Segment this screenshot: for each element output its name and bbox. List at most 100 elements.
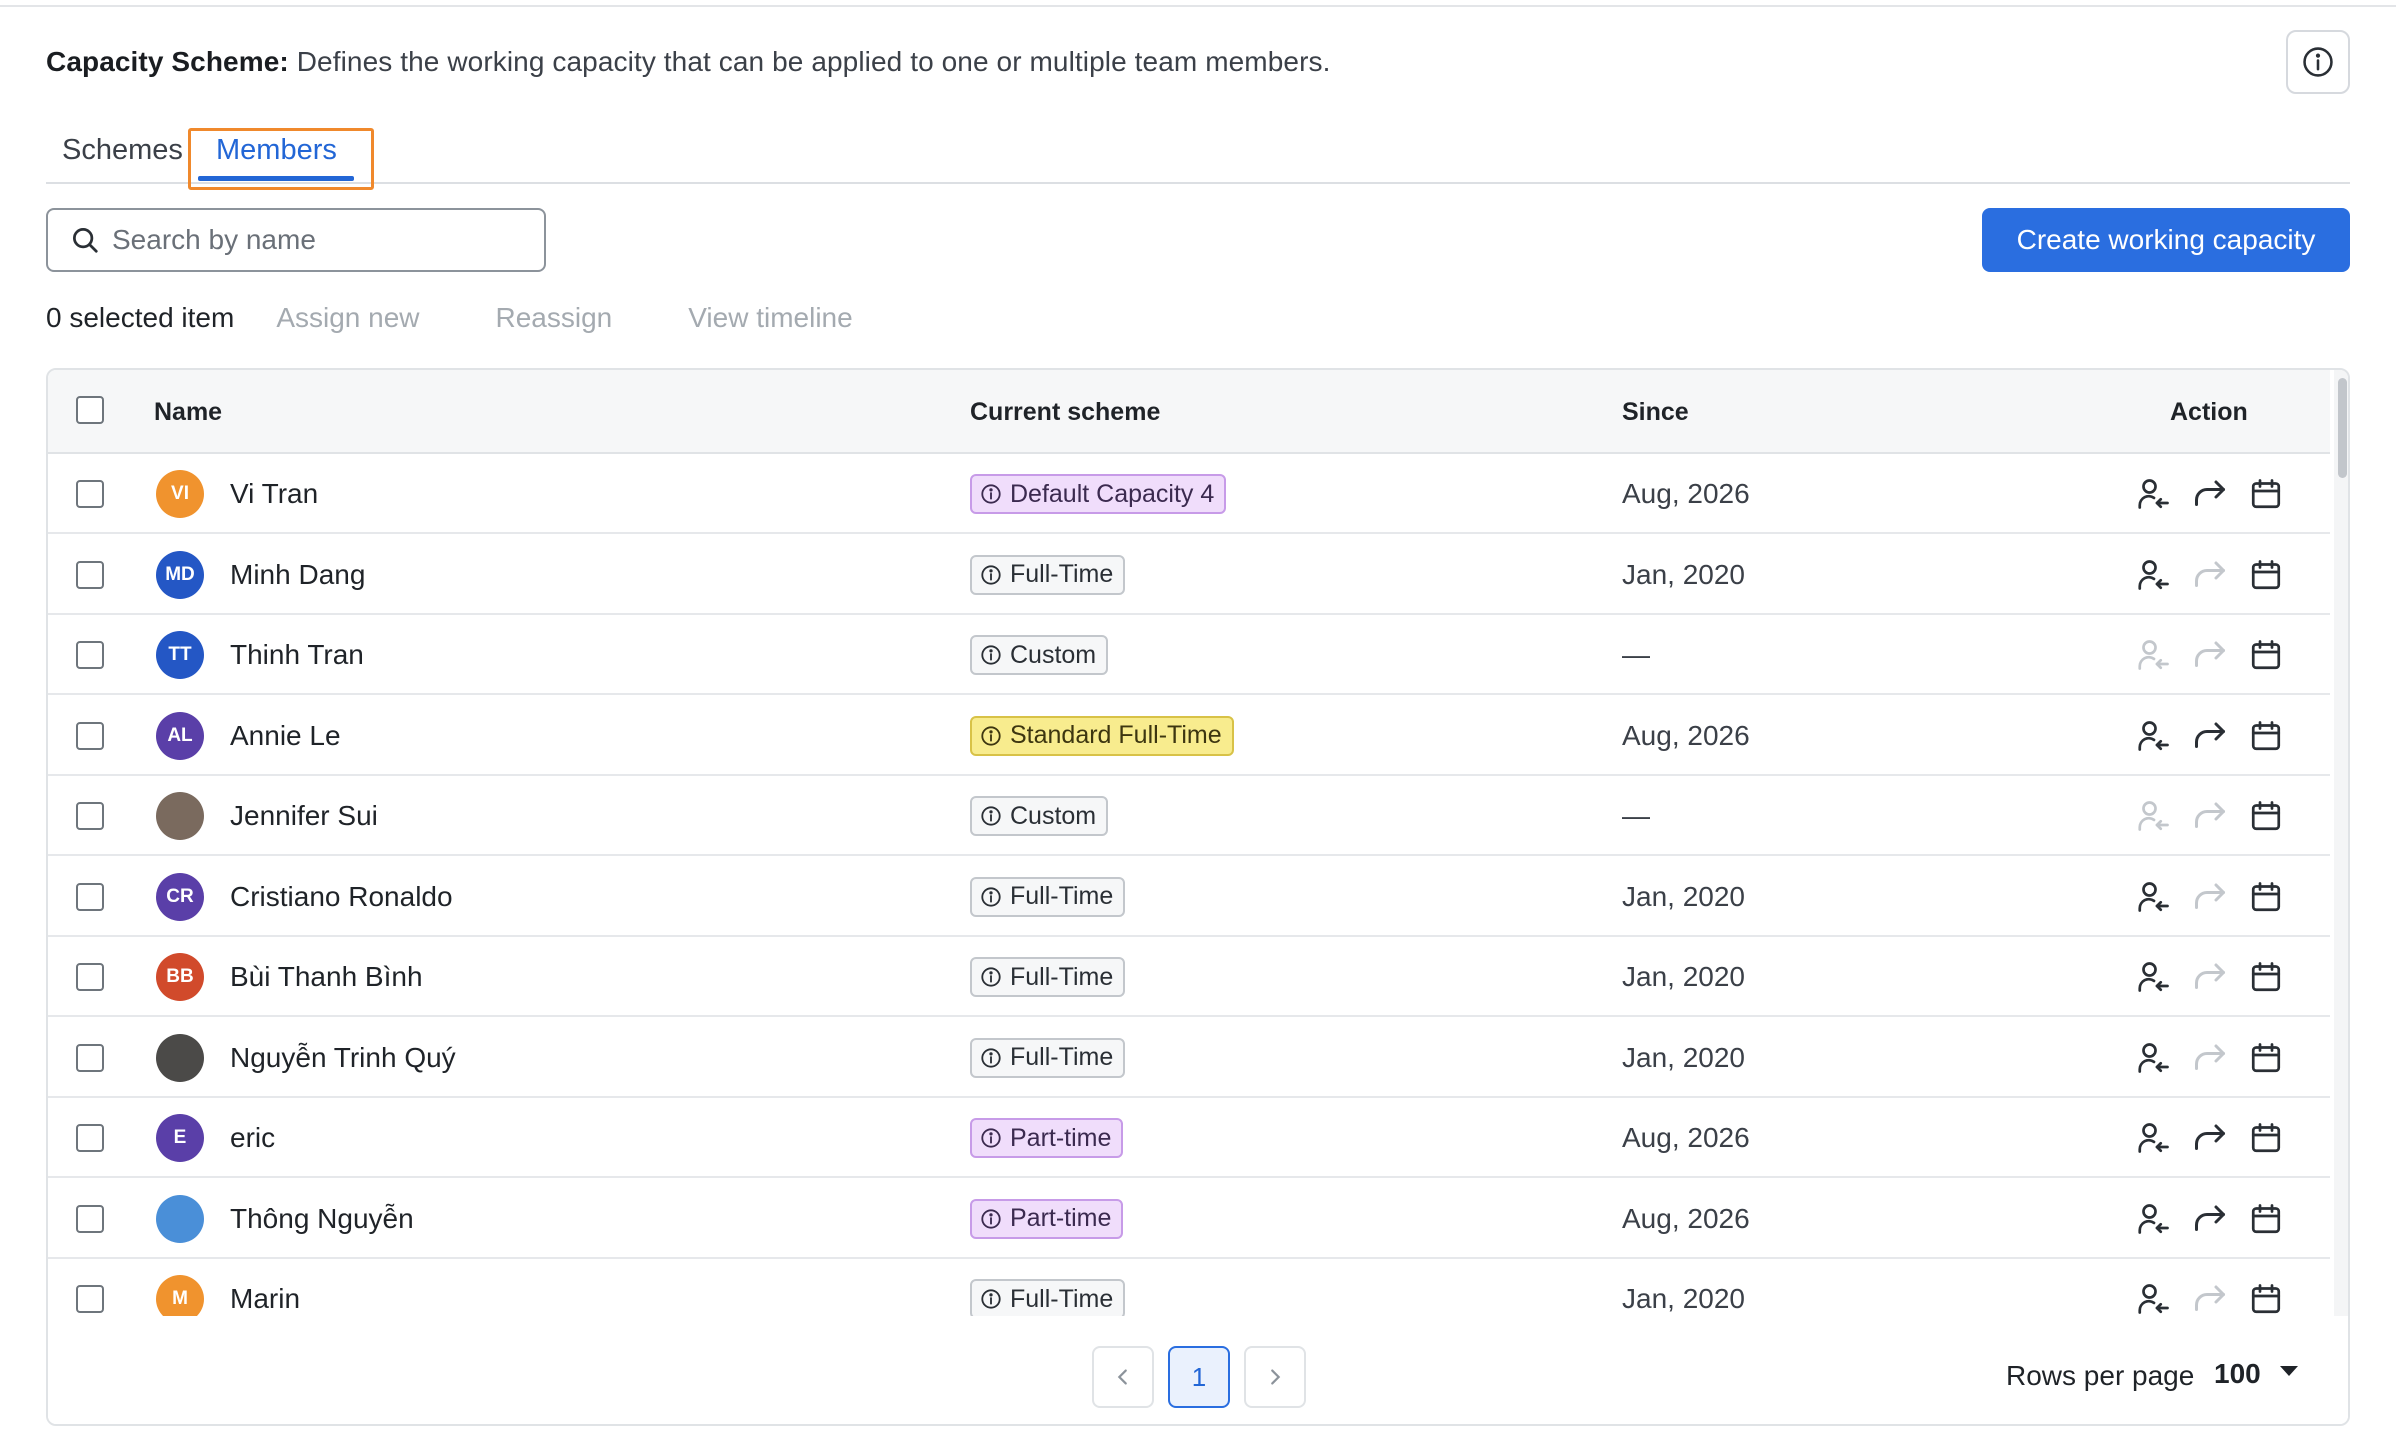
select-all-checkbox[interactable]	[76, 396, 104, 424]
scheme-label: Full-Time	[1010, 1043, 1114, 1071]
table-row[interactable]: Thông Nguyễn Part-time Aug, 2026	[48, 1179, 2330, 1259]
table-row[interactable]: AL Annie Le Standard Full-Time Aug, 2026	[48, 696, 2330, 776]
reassign-icon[interactable]	[2190, 635, 2230, 675]
calendar-icon[interactable]	[2246, 796, 2286, 836]
assign-scheme-icon[interactable]	[2134, 474, 2174, 514]
scheme-label: Custom	[1010, 640, 1097, 669]
avatar: CR	[156, 872, 204, 921]
calendar-icon[interactable]	[2246, 635, 2286, 675]
scheme-badge[interactable]: Default Capacity 4	[970, 474, 1227, 514]
since-date: Jan, 2020	[1622, 1041, 1745, 1073]
page-description: Defines the working capacity that can be…	[296, 46, 1331, 77]
row-checkbox[interactable]	[76, 641, 104, 669]
since-date: Aug, 2026	[1622, 1202, 1750, 1234]
tab-schemes[interactable]: Schemes	[62, 134, 183, 167]
assign-scheme-icon[interactable]	[2134, 1038, 2174, 1078]
row-checkbox[interactable]	[76, 802, 104, 830]
create-working-capacity-button[interactable]: Create working capacity	[1982, 208, 2350, 272]
calendar-icon[interactable]	[2246, 1199, 2286, 1239]
reassign-icon[interactable]	[2190, 474, 2230, 514]
scheme-badge[interactable]: Custom	[970, 635, 1109, 675]
row-checkbox[interactable]	[76, 480, 104, 508]
reassign-icon[interactable]	[2190, 877, 2230, 917]
avatar	[156, 792, 204, 840]
calendar-icon[interactable]	[2246, 1038, 2286, 1078]
scheme-badge[interactable]: Full-Time	[970, 1037, 1126, 1078]
member-name: Cristiano Ronaldo	[230, 880, 453, 912]
scheme-badge[interactable]: Part-time	[970, 1198, 1124, 1239]
table-row[interactable]: Jennifer Sui Custom —	[48, 776, 2330, 856]
member-name: Bùi Thanh Bình	[230, 961, 423, 992]
search-input[interactable]	[112, 224, 512, 256]
scheme-badge[interactable]: Full-Time	[970, 876, 1126, 917]
avatar: AL	[156, 711, 204, 760]
scheme-badge[interactable]: Full-Time	[970, 957, 1126, 997]
calendar-icon[interactable]	[2246, 474, 2286, 514]
table-row[interactable]: VI Vi Tran Default Capacity 4 Aug, 2026	[48, 454, 2330, 534]
table-row[interactable]: Eeric Part-time Aug, 2026	[48, 1098, 2330, 1178]
calendar-icon[interactable]	[2246, 1279, 2286, 1319]
table-row[interactable]: BB Bùi Thanh Bình Full-Time Jan, 2020	[48, 937, 2330, 1017]
column-name: Name	[154, 398, 223, 426]
assign-scheme-icon[interactable]	[2134, 716, 2174, 756]
reassign-icon[interactable]	[2190, 957, 2230, 997]
assign-new-button[interactable]: Assign new	[276, 302, 419, 334]
info-button[interactable]	[2286, 30, 2350, 94]
calendar-icon[interactable]	[2246, 716, 2286, 756]
scheme-label: Full-Time	[1010, 962, 1114, 991]
table-row[interactable]: Nguyễn Trinh Quý Full-Time Jan, 2020	[48, 1018, 2330, 1098]
previous-page-button[interactable]	[1092, 1346, 1154, 1408]
calendar-icon[interactable]	[2246, 957, 2286, 997]
assign-scheme-icon[interactable]	[2134, 555, 2174, 595]
rows-per-page-select[interactable]: 100	[2214, 1358, 2261, 1390]
assign-scheme-icon[interactable]	[2134, 1279, 2174, 1319]
row-checkbox[interactable]	[76, 560, 104, 589]
assign-scheme-icon[interactable]	[2134, 796, 2174, 836]
reassign-icon[interactable]	[2190, 716, 2230, 756]
scheme-badge[interactable]: Custom	[970, 796, 1109, 836]
row-checkbox[interactable]	[76, 1124, 104, 1152]
info-icon	[981, 484, 1001, 504]
calendar-icon[interactable]	[2246, 555, 2286, 595]
scheme-badge[interactable]: Full-Time	[970, 1279, 1126, 1319]
member-name: Thinh Tran	[230, 639, 364, 670]
calendar-icon[interactable]	[2246, 877, 2286, 917]
row-checkbox[interactable]	[76, 882, 104, 911]
row-checkbox[interactable]	[76, 1204, 104, 1233]
reassign-icon[interactable]	[2190, 1118, 2230, 1158]
assign-scheme-icon[interactable]	[2134, 1199, 2174, 1239]
scrollbar-track[interactable]	[2334, 370, 2348, 1316]
reassign-icon[interactable]	[2190, 555, 2230, 595]
row-checkbox[interactable]	[76, 1285, 104, 1313]
table-row[interactable]: MD Minh Dang Full-Time Jan, 2020	[48, 535, 2330, 615]
since-date: —	[1622, 800, 1650, 831]
assign-scheme-icon[interactable]	[2134, 1118, 2174, 1158]
caret-down-icon[interactable]	[2280, 1366, 2298, 1376]
assign-scheme-icon[interactable]	[2134, 877, 2174, 917]
scrollbar-thumb[interactable]	[2338, 378, 2347, 478]
next-page-button[interactable]	[1244, 1346, 1306, 1408]
members-table: Name Current scheme Since Action VI Vi Tr…	[46, 368, 2350, 1426]
reassign-icon[interactable]	[2190, 796, 2230, 836]
scheme-badge[interactable]: Full-Time	[970, 554, 1126, 595]
reassign-button[interactable]: Reassign	[496, 302, 613, 334]
assign-scheme-icon[interactable]	[2134, 957, 2174, 997]
row-checkbox[interactable]	[76, 963, 104, 991]
view-timeline-button[interactable]: View timeline	[688, 302, 852, 334]
reassign-icon[interactable]	[2190, 1279, 2230, 1319]
chevron-right-icon	[1271, 1369, 1281, 1385]
assign-scheme-icon[interactable]	[2134, 635, 2174, 675]
search-box[interactable]	[46, 208, 546, 272]
since-date: Jan, 2020	[1622, 558, 1745, 590]
table-row[interactable]: CR Cristiano Ronaldo Full-Time Jan, 2020	[48, 857, 2330, 937]
scheme-badge[interactable]: Standard Full-Time	[970, 715, 1234, 756]
reassign-icon[interactable]	[2190, 1199, 2230, 1239]
reassign-icon[interactable]	[2190, 1038, 2230, 1078]
row-checkbox[interactable]	[76, 721, 104, 750]
page-number-button[interactable]: 1	[1168, 1346, 1230, 1408]
row-checkbox[interactable]	[76, 1043, 104, 1072]
since-date: Aug, 2026	[1622, 719, 1750, 751]
scheme-badge[interactable]: Part-time	[970, 1118, 1124, 1158]
calendar-icon[interactable]	[2246, 1118, 2286, 1158]
table-row[interactable]: TT Thinh Tran Custom —	[48, 615, 2330, 695]
